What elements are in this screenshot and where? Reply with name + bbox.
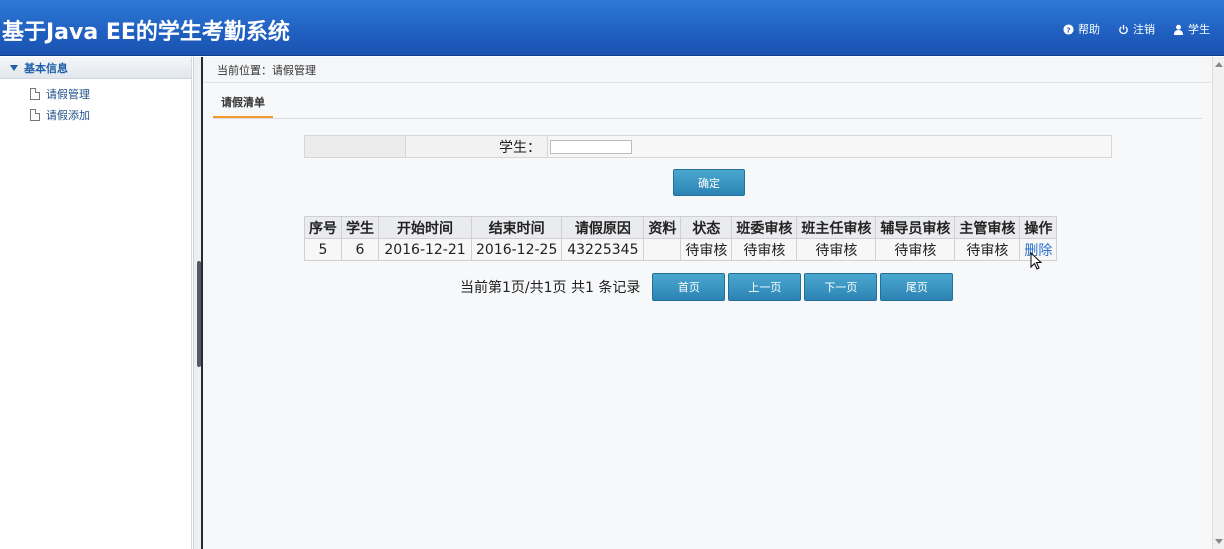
col-header: 学生 [341,216,379,239]
cell-status: 待审核 [680,238,733,261]
col-header: 资料 [643,216,682,239]
table-row: 5 6 2016-12-21 2016-12-25 43225345 待审核 待… [304,238,1058,261]
cell-class-committee-review: 待审核 [731,238,798,261]
logout-label: 注销 [1133,23,1155,36]
table-header-row: 序号 学生 开始时间 结束时间 请假原因 资料 状态 班委审核 班主任审核 辅导… [304,216,1058,239]
col-header: 序号 [304,216,342,239]
confirm-button[interactable]: 确定 [673,169,745,196]
main-panel: 当前位置：请假管理 请假清单 学生： 确定 序号 学生 开始时间 结束时间 请假… [203,57,1212,549]
last-page-button[interactable]: 尾页 [880,273,954,301]
tab-bar: 请假清单 [213,83,1202,119]
document-icon [30,87,40,100]
prev-page-button[interactable]: 上一页 [728,273,802,301]
vertical-scrollbar[interactable] [1212,57,1224,549]
app-title: 基于Java EE的学生考勤系统 [2,20,290,45]
col-header: 请假原因 [561,216,645,239]
col-header: 开始时间 [378,216,472,239]
cell-supervisor-review: 待审核 [954,238,1021,261]
search-spacer-cell [305,136,406,157]
splitter-grip[interactable] [197,261,201,367]
help-icon: ? [1063,23,1074,35]
sidebar-item-label: 请假添加 [46,108,90,122]
sidebar-item-label: 请假管理 [46,87,90,101]
col-header: 结束时间 [470,216,563,239]
cell-attachment [643,238,682,261]
user-link[interactable]: 学生 [1173,21,1210,37]
header-toolbar: ? 帮助 注销 学生 [1063,21,1210,37]
leave-table: 序号 学生 开始时间 结束时间 请假原因 资料 状态 班委审核 班主任审核 辅导… [304,216,1058,261]
cell-start: 2016-12-21 [378,238,472,261]
sidebar-group-basic-info[interactable]: 基本信息 [0,57,191,79]
student-label: 学生： [406,136,548,157]
student-input-cell [548,136,1111,157]
logout-link[interactable]: 注销 [1118,21,1155,37]
col-header: 班主任审核 [796,216,877,239]
search-form: 学生： [304,135,1112,158]
sidebar: 基本信息 请假管理 请假添加 [0,57,192,549]
sidebar-item-leave-manage[interactable]: 请假管理 [0,83,191,104]
cell-counselor-review: 待审核 [875,238,956,261]
mouse-cursor-icon [1030,252,1043,270]
help-label: 帮助 [1078,23,1100,36]
first-page-button[interactable]: 首页 [652,273,726,301]
sidebar-group-label: 基本信息 [24,61,68,75]
cell-reason: 43225345 [561,238,645,261]
expand-arrow-icon [10,64,18,71]
document-icon [30,108,40,121]
user-label: 学生 [1188,23,1210,36]
scroll-up-icon[interactable] [1215,62,1223,67]
col-header: 状态 [680,216,733,239]
tab-leave-list[interactable]: 请假清单 [213,93,273,118]
col-header: 班委审核 [731,216,798,239]
student-input[interactable] [550,139,632,154]
scroll-down-icon[interactable] [1215,539,1223,544]
col-header: 辅导员审核 [875,216,956,239]
power-icon [1119,24,1128,34]
svg-text:?: ? [1066,25,1070,34]
cell-id: 5 [304,238,342,261]
user-icon [1173,24,1184,35]
cell-end: 2016-12-25 [470,238,563,261]
panel-splitter[interactable] [193,57,203,549]
page-info: 当前第1页/共1页 共1 条记录 [460,280,641,296]
breadcrumb: 当前位置：请假管理 [203,57,1212,83]
help-link[interactable]: ? 帮助 [1063,21,1100,37]
sidebar-item-leave-add[interactable]: 请假添加 [0,104,191,125]
app-header: 基于Java EE的学生考勤系统 ? 帮助 注销 学生 [0,0,1224,56]
col-header: 操作 [1019,216,1058,239]
next-page-button[interactable]: 下一页 [804,273,878,301]
cell-head-teacher-review: 待审核 [796,238,877,261]
col-header: 主管审核 [954,216,1021,239]
cell-student: 6 [341,238,379,261]
pagination: 当前第1页/共1页 共1 条记录 首页 上一页 下一页 尾页 [460,273,956,301]
